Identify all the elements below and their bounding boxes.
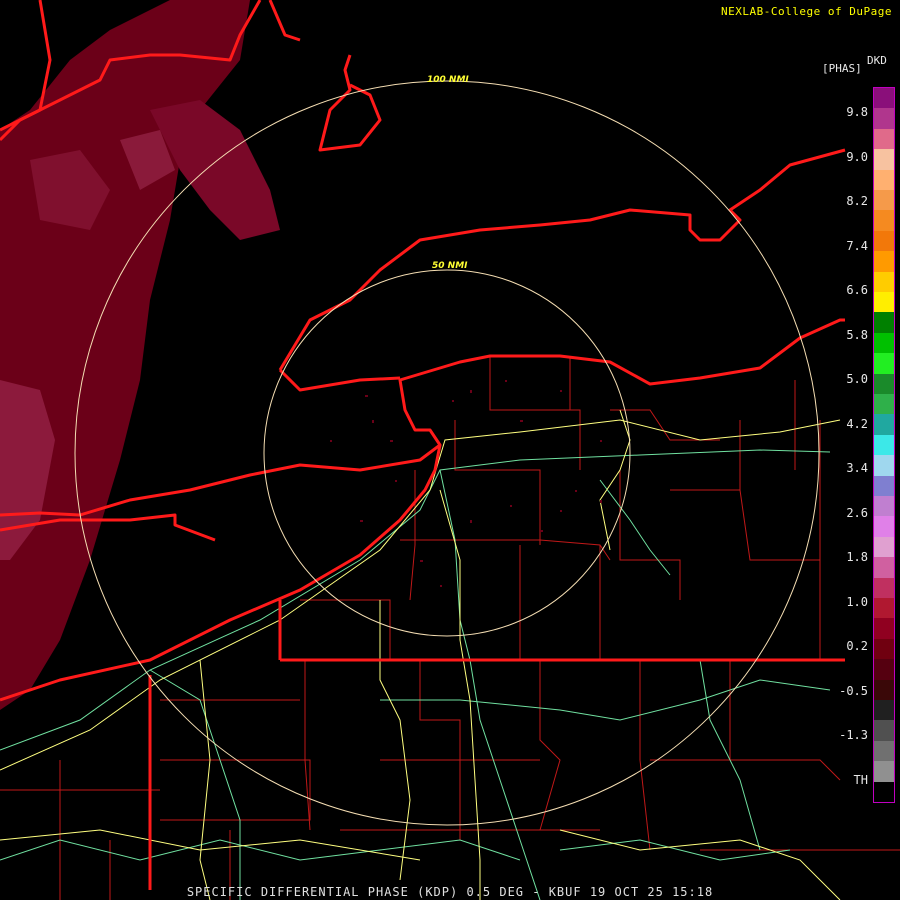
color-swatch xyxy=(874,455,894,477)
color-swatch xyxy=(874,230,894,252)
color-swatch xyxy=(874,638,894,660)
color-swatch xyxy=(874,210,894,232)
range-ring-label-50: 50 NMI xyxy=(432,261,468,271)
color-scale-bar xyxy=(873,87,895,803)
color-swatch xyxy=(874,516,894,538)
color-swatch xyxy=(874,659,894,681)
color-scale-tick: 9.0 xyxy=(846,149,868,164)
color-scale-tick: 2.6 xyxy=(846,505,868,520)
range-ring-label-100: 100 NMI xyxy=(427,75,469,85)
color-scale-tick: 5.8 xyxy=(846,327,868,342)
color-swatch xyxy=(874,149,894,171)
county-boundaries xyxy=(0,356,900,900)
color-swatch xyxy=(874,536,894,558)
range-ring-100 xyxy=(74,80,820,826)
color-swatch xyxy=(874,332,894,354)
color-swatch xyxy=(874,557,894,579)
source-credit: NEXLAB-College of DuPage xyxy=(721,5,892,18)
color-scale-tick: -0.5 xyxy=(839,683,868,698)
color-swatch xyxy=(874,190,894,211)
color-swatch xyxy=(874,128,894,150)
color-swatch xyxy=(874,394,894,415)
color-scale-tick: 1.0 xyxy=(846,594,868,609)
color-scale-tick: 5.0 xyxy=(846,372,868,386)
color-swatch xyxy=(874,475,894,497)
color-scale-tick: 6.6 xyxy=(846,283,868,297)
color-swatch xyxy=(874,761,894,783)
color-swatch xyxy=(874,720,894,742)
product-caption: SPECIFIC DIFFERENTIAL PHASE (KDP) 0.5 DE… xyxy=(186,885,714,899)
color-swatch xyxy=(874,251,894,273)
color-swatch xyxy=(874,88,894,109)
highways-yellow xyxy=(0,409,841,900)
color-scale-tick: 1.8 xyxy=(846,550,868,564)
color-scale-tick: 9.8 xyxy=(846,105,868,119)
radar-map: 50 NMI 100 NMI xyxy=(0,0,900,900)
legend-unit: [PHAS] xyxy=(822,62,862,75)
color-scale-tick: 8.2 xyxy=(846,194,868,208)
color-scale-tick: 0.2 xyxy=(846,639,868,653)
color-swatch xyxy=(874,679,894,701)
product-code: DKD xyxy=(867,54,887,67)
color-swatch xyxy=(874,108,894,130)
range-rings xyxy=(74,80,820,826)
color-swatch xyxy=(874,598,894,619)
color-swatch xyxy=(874,353,894,375)
color-scale-tick: 7.4 xyxy=(846,238,868,253)
color-scale-tick: 3.4 xyxy=(846,461,868,475)
color-swatch xyxy=(874,434,894,456)
color-scale-tick: -1.3 xyxy=(839,728,868,742)
color-swatch xyxy=(874,740,894,762)
color-swatch xyxy=(874,577,894,599)
color-swatch xyxy=(874,700,894,721)
range-ring-labels: 50 NMI 100 NMI xyxy=(427,75,469,271)
color-swatch xyxy=(874,312,894,334)
color-swatch xyxy=(874,781,894,803)
color-scale-tick: TH xyxy=(853,772,868,787)
color-swatch xyxy=(874,271,894,293)
color-swatch xyxy=(874,292,894,313)
color-scale-tick: 4.2 xyxy=(846,416,868,431)
color-swatch xyxy=(874,496,894,517)
color-swatch xyxy=(874,618,894,640)
range-ring-50 xyxy=(263,269,631,637)
color-swatch xyxy=(874,414,894,436)
color-swatch xyxy=(874,373,894,395)
color-swatch xyxy=(874,169,894,191)
